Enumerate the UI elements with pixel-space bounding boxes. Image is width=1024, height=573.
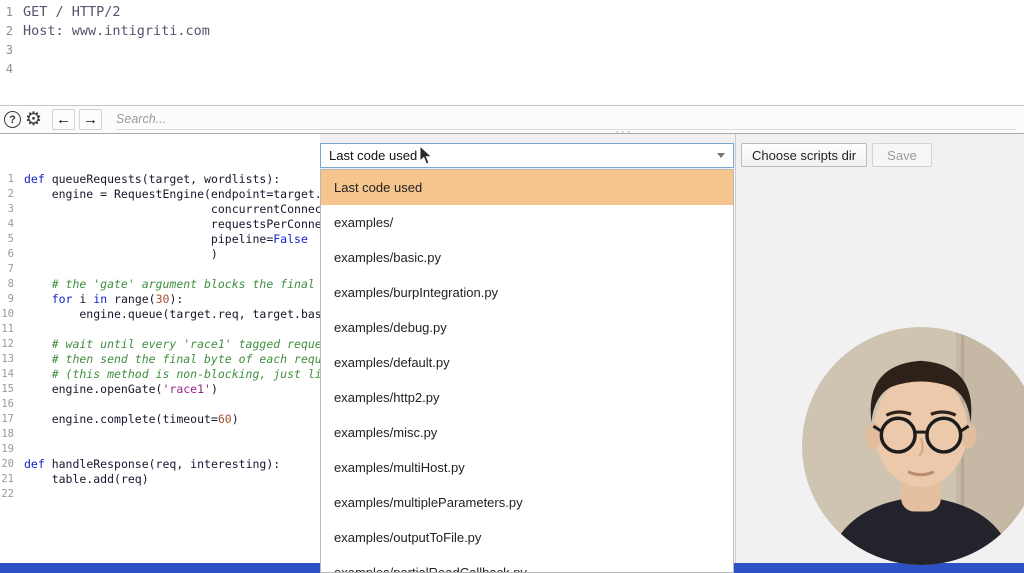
- script-option[interactable]: examples/basic.py: [321, 240, 733, 275]
- code-line: Host: www.intigriti.com: [23, 22, 1024, 41]
- request-editor[interactable]: 1234 GET / HTTP/2Host: www.intigriti.com: [0, 0, 1024, 106]
- request-editor-code[interactable]: GET / HTTP/2Host: www.intigriti.com: [16, 0, 1024, 105]
- script-option[interactable]: examples/burpIntegration.py: [321, 275, 733, 310]
- line-number: 3: [0, 202, 14, 217]
- line-number: 3: [0, 41, 13, 60]
- line-number: 5: [0, 232, 14, 247]
- line-number: 16: [0, 397, 14, 412]
- request-editor-gutter: 1234: [0, 0, 16, 105]
- line-number: 10: [0, 307, 14, 322]
- webcam-avatar: [802, 327, 1024, 565]
- back-arrow-button[interactable]: ←: [52, 109, 75, 130]
- toolbar: ? ⚙ ← →: [0, 106, 1024, 134]
- script-option[interactable]: examples/partialReadCallback.py: [321, 555, 733, 573]
- line-number: 21: [0, 472, 14, 487]
- line-number: 8: [0, 277, 14, 292]
- code-line: GET / HTTP/2: [23, 3, 1024, 22]
- line-number: 12: [0, 337, 14, 352]
- code-line: [23, 41, 1024, 60]
- line-number: 22: [0, 487, 14, 502]
- line-number: 14: [0, 367, 14, 382]
- line-number: 4: [0, 60, 13, 79]
- save-button[interactable]: Save: [872, 143, 932, 167]
- script-editor-gutter: 12345678910111213141516171819202122: [0, 168, 18, 563]
- line-number: 9: [0, 292, 14, 307]
- line-number: 11: [0, 322, 14, 337]
- script-option[interactable]: examples/misc.py: [321, 415, 733, 450]
- mouse-cursor: [419, 145, 434, 171]
- turbo-intruder-window: 1234 GET / HTTP/2Host: www.intigriti.com…: [0, 0, 1024, 573]
- webcam-overlay: [802, 327, 1024, 565]
- script-option[interactable]: examples/multiHost.py: [321, 450, 733, 485]
- script-option[interactable]: Last code used: [321, 170, 733, 205]
- line-number: 13: [0, 352, 14, 367]
- line-number: 2: [0, 187, 14, 202]
- line-number: 1: [0, 172, 14, 187]
- line-number: 7: [0, 262, 14, 277]
- line-number: 19: [0, 442, 14, 457]
- line-number: 1: [0, 3, 13, 22]
- script-option[interactable]: examples/http2.py: [321, 380, 733, 415]
- line-number: 17: [0, 412, 14, 427]
- script-option[interactable]: examples/outputToFile.py: [321, 520, 733, 555]
- line-number: 6: [0, 247, 14, 262]
- line-number: 18: [0, 427, 14, 442]
- line-number: 4: [0, 217, 14, 232]
- gear-icon[interactable]: ⚙: [25, 110, 42, 129]
- splitter-handle[interactable]: ···: [606, 126, 642, 138]
- script-option[interactable]: examples/multipleParameters.py: [321, 485, 733, 520]
- search-input[interactable]: [116, 110, 1016, 130]
- line-number: 20: [0, 457, 14, 472]
- chevron-down-icon[interactable]: [717, 153, 725, 158]
- script-options-list: Last code usedexamples/examples/basic.py…: [320, 169, 734, 573]
- line-number: 2: [0, 22, 13, 41]
- script-selector-dropdown[interactable]: Last code used: [320, 143, 734, 168]
- script-option[interactable]: examples/default.py: [321, 345, 733, 380]
- line-number: 15: [0, 382, 14, 397]
- choose-scripts-dir-button[interactable]: Choose scripts dir: [741, 143, 867, 167]
- cursor-arrow-icon: [419, 145, 434, 166]
- script-selector-value: Last code used: [329, 148, 417, 163]
- forward-arrow-button[interactable]: →: [79, 109, 102, 130]
- script-option[interactable]: examples/: [321, 205, 733, 240]
- code-line: [23, 60, 1024, 79]
- script-option[interactable]: examples/debug.py: [321, 310, 733, 345]
- help-icon[interactable]: ?: [4, 111, 21, 128]
